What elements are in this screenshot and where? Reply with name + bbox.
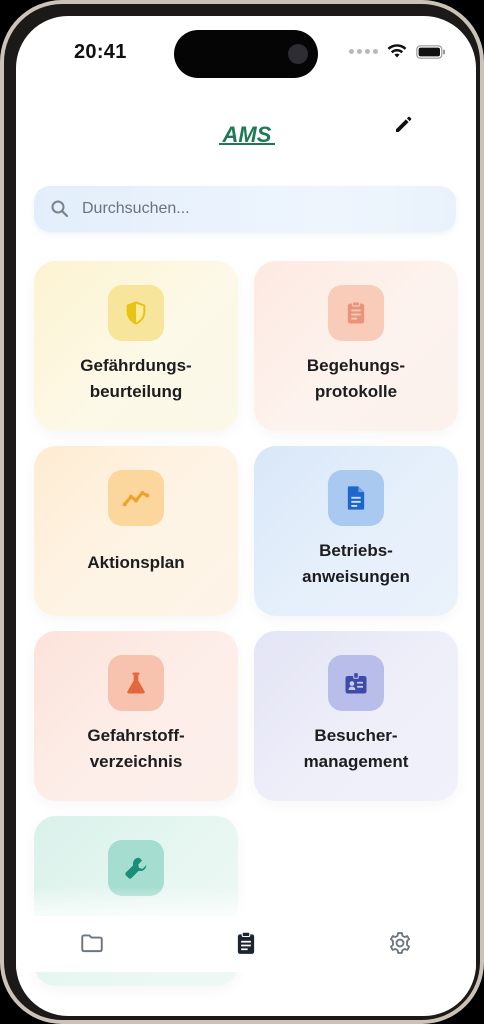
tile-label: Besucher- management <box>303 726 409 771</box>
trend-icon <box>122 491 150 507</box>
phone-bezel: 20:41 AMS Durchsuchen... Gefährdungs- be… <box>4 4 480 1020</box>
camera-icon <box>288 44 308 64</box>
gear-icon <box>389 932 411 954</box>
tile-gefaehrdungsbeurteilung[interactable]: Gefährdungs- beurteilung <box>34 261 238 431</box>
search-icon <box>51 200 69 218</box>
search-bar[interactable] <box>34 186 456 232</box>
tab-bar <box>16 916 476 972</box>
folder-icon <box>81 934 103 953</box>
screen: 20:41 AMS Durchsuchen... Gefährdungs- be… <box>16 16 476 1016</box>
battery-icon <box>416 44 445 59</box>
signal-icon <box>349 49 378 54</box>
status-icons <box>349 44 446 59</box>
tile-label: Begehungs- protokolle <box>306 356 406 401</box>
tile-label: Gefahrstoff- verzeichnis <box>87 726 185 771</box>
clipboard-icon <box>347 301 365 324</box>
tile-icon-box <box>108 285 164 341</box>
badge-icon <box>345 671 367 694</box>
tile-label: Aktionsplan <box>87 553 185 572</box>
ams-logo: AMS <box>219 122 275 146</box>
document-icon <box>347 486 365 510</box>
tab-settings[interactable] <box>385 928 415 958</box>
svg-text:AMS: AMS <box>222 122 272 146</box>
tile-gefahrstoffverzeichnis[interactable]: Gefahrstoff- verzeichnis <box>34 631 238 801</box>
wrench-icon <box>125 857 147 879</box>
tile-icon-box <box>328 470 384 526</box>
flask-icon <box>127 672 145 694</box>
search-input[interactable] <box>82 186 442 232</box>
status-time: 20:41 <box>74 41 127 63</box>
tile-icon-box <box>108 655 164 711</box>
tile-icon-box <box>108 470 164 526</box>
tab-reports[interactable] <box>231 928 261 958</box>
shield-icon <box>126 301 146 325</box>
edit-pencil-icon[interactable] <box>392 112 416 136</box>
tile-aktionsplan[interactable]: Aktionsplan <box>34 446 238 616</box>
tile-betriebsanweisungen[interactable]: Betriebs- anweisungen <box>254 446 458 616</box>
wifi-icon <box>387 44 407 58</box>
phone-frame: 20:41 AMS Durchsuchen... Gefährdungs- be… <box>0 0 484 1024</box>
tile-begehungsprotokolle[interactable]: Begehungs- protokolle <box>254 261 458 431</box>
tile-label: Gefährdungs- beurteilung <box>80 356 192 401</box>
tile-icon-box <box>328 285 384 341</box>
tile-icon-box <box>328 655 384 711</box>
tile-besuchermanagement[interactable]: Besucher- management <box>254 631 458 801</box>
tile-label: Betriebs- anweisungen <box>302 541 410 586</box>
clipboard-list-icon <box>237 931 255 954</box>
tab-folder[interactable] <box>77 928 107 958</box>
dynamic-island <box>174 30 318 78</box>
